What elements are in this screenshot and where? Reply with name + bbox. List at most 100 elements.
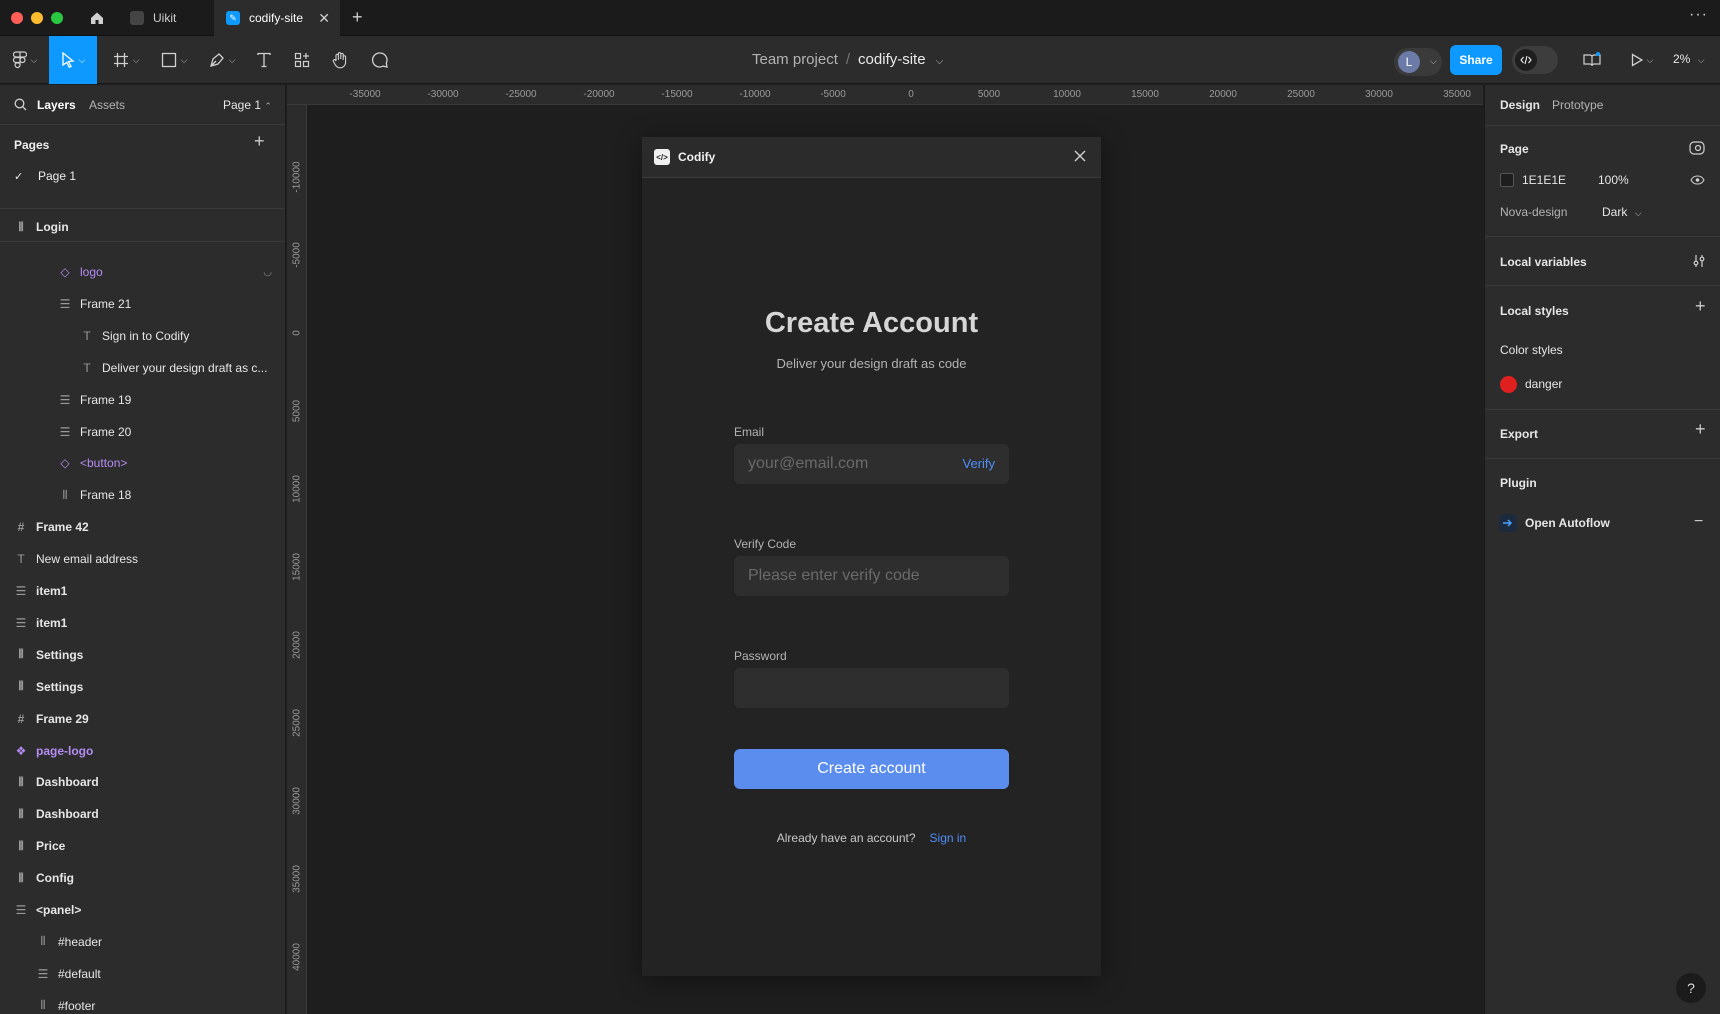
- layer-row[interactable]: ⦀ #header: [0, 926, 285, 958]
- layer-label: Frame 19: [80, 392, 132, 407]
- theme-variable-icon[interactable]: [1689, 141, 1705, 155]
- layer-row[interactable]: ⦀ Login: [0, 211, 285, 243]
- text-tool-button[interactable]: [252, 36, 276, 84]
- frame-icon: [113, 53, 128, 67]
- layer-row[interactable]: ☰ Frame 20: [0, 416, 285, 448]
- layer-row[interactable]: ⦀ Frame 18: [0, 479, 285, 511]
- layer-row[interactable]: ☰ #default: [0, 958, 285, 990]
- tab-label: codify-site: [249, 11, 304, 25]
- layer-row[interactable]: ☰ <panel>: [0, 894, 285, 926]
- add-page-icon[interactable]: +: [254, 131, 265, 152]
- minimize-window-button[interactable]: [31, 12, 43, 24]
- layer-row[interactable]: ⦀ Dashboard: [0, 766, 285, 798]
- layer-row[interactable]: ⦀ Settings: [0, 671, 285, 703]
- tab-design[interactable]: Design: [1500, 98, 1540, 112]
- local-variables-title[interactable]: Local variables: [1500, 255, 1587, 269]
- page-opacity-value[interactable]: 100%: [1598, 173, 1629, 187]
- share-button[interactable]: Share: [1450, 45, 1502, 75]
- create-account-button[interactable]: Create account: [734, 749, 1009, 789]
- chevron-down-icon: ⌵: [1634, 208, 1642, 218]
- remove-plugin-icon[interactable]: −: [1694, 513, 1703, 531]
- page-selector[interactable]: Page 1 ⌃: [223, 98, 272, 112]
- move-tool-button[interactable]: ⌵: [49, 36, 97, 84]
- tab-prototype[interactable]: Prototype: [1552, 98, 1603, 112]
- layer-row[interactable]: # Frame 29: [0, 703, 285, 735]
- maximize-window-button[interactable]: [51, 12, 63, 24]
- layer-row[interactable]: ⦀ Settings: [0, 639, 285, 671]
- layer-label: Sign in to Codify: [102, 328, 190, 343]
- verify-code-field[interactable]: Please enter verify code: [734, 556, 1009, 596]
- tab-assets[interactable]: Assets: [89, 98, 125, 112]
- main-menu-button[interactable]: ⌵: [10, 36, 40, 84]
- tab-codify-site[interactable]: ✎ codify-site ✕: [214, 0, 340, 36]
- hand-tool-button[interactable]: [328, 36, 352, 84]
- layer-row[interactable]: ☰ item1: [0, 575, 285, 607]
- layer-row[interactable]: ⦀ Config: [0, 862, 285, 894]
- export-title[interactable]: Export: [1500, 427, 1538, 441]
- layer-row[interactable]: ⦀ Dashboard: [0, 798, 285, 830]
- breadcrumb-separator: /: [845, 51, 851, 68]
- cursor-icon: [61, 52, 75, 68]
- layer-row[interactable]: ◇ logo ◡: [0, 256, 285, 288]
- close-tab-icon[interactable]: ✕: [318, 10, 330, 27]
- color-styles-label: Color styles: [1500, 343, 1563, 357]
- verify-link[interactable]: Verify: [962, 456, 995, 471]
- ruler-tick-label: -20000: [583, 89, 615, 100]
- eye-icon[interactable]: [1690, 175, 1705, 185]
- style-danger[interactable]: danger: [1525, 377, 1562, 391]
- resources-tool-button[interactable]: [290, 36, 314, 84]
- tab-uikit[interactable]: Uikit: [118, 0, 212, 36]
- theme-mode-select[interactable]: Dark ⌵: [1602, 205, 1642, 219]
- pen-icon: [209, 53, 224, 67]
- page-color-value[interactable]: 1E1E1E: [1522, 173, 1566, 187]
- adjust-icon[interactable]: [1692, 254, 1706, 268]
- home-icon[interactable]: [86, 8, 108, 28]
- sign-in-link[interactable]: Sign in: [930, 831, 967, 845]
- plugin-name[interactable]: Open Autoflow: [1525, 516, 1610, 530]
- add-export-icon[interactable]: +: [1695, 419, 1706, 440]
- layer-row[interactable]: ❖ page-logo: [0, 735, 285, 767]
- page-color-swatch[interactable]: [1500, 173, 1514, 187]
- verify-code-label: Verify Code: [734, 537, 797, 551]
- chevron-down-icon[interactable]: ⌵: [936, 56, 944, 67]
- project-name[interactable]: Team project: [752, 51, 838, 68]
- shape-tool-button[interactable]: ⌵: [156, 36, 192, 84]
- ruler-tick-label: 15000: [1131, 89, 1159, 100]
- layer-row[interactable]: ◇ <button>: [0, 447, 285, 479]
- ruler-tick-label: 0: [908, 89, 914, 100]
- layer-row[interactable]: ☰ item1: [0, 607, 285, 639]
- layer-row[interactable]: T New email address: [0, 543, 285, 575]
- email-field[interactable]: your@email.com Verify: [734, 444, 1009, 484]
- dev-mode-toggle[interactable]: [1512, 46, 1558, 74]
- present-button[interactable]: ⌵: [1624, 36, 1660, 84]
- layer-row[interactable]: T Sign in to Codify: [0, 320, 285, 352]
- file-name[interactable]: codify-site: [858, 51, 926, 68]
- create-account-frame[interactable]: </> Codify Create Account Deliver your d…: [642, 137, 1101, 976]
- book-icon: [1583, 52, 1601, 67]
- search-icon[interactable]: [14, 98, 27, 111]
- add-style-icon[interactable]: +: [1695, 296, 1706, 317]
- new-tab-icon[interactable]: +: [352, 7, 363, 28]
- tab-layers[interactable]: Layers: [37, 98, 76, 112]
- close-window-button[interactable]: [11, 12, 23, 24]
- layer-row[interactable]: ⦀ Price: [0, 830, 285, 862]
- layer-label: #header: [58, 934, 103, 949]
- library-button[interactable]: [1580, 36, 1604, 84]
- pen-tool-button[interactable]: ⌵: [204, 36, 240, 84]
- close-icon[interactable]: [1073, 149, 1087, 163]
- layer-row[interactable]: ⦀ #footer: [0, 990, 285, 1014]
- password-field[interactable]: [734, 668, 1009, 708]
- avatar[interactable]: L ⌵: [1394, 48, 1442, 76]
- hidden-eye-icon[interactable]: ◡: [263, 267, 272, 278]
- help-button[interactable]: ?: [1676, 973, 1706, 1003]
- more-icon[interactable]: ···: [1689, 6, 1708, 24]
- comment-tool-button[interactable]: [368, 36, 392, 84]
- frame-tool-button[interactable]: ⌵: [108, 36, 144, 84]
- layer-row[interactable]: # Frame 42: [0, 511, 285, 543]
- layer-row[interactable]: ☰ Frame 19: [0, 384, 285, 416]
- page-item[interactable]: ✓ Page 1: [14, 169, 76, 183]
- zoom-level[interactable]: 2% ⌵: [1673, 52, 1705, 66]
- layer-row[interactable]: T Deliver your design draft as c...: [0, 352, 285, 384]
- check-icon: ✓: [14, 171, 24, 183]
- layer-row[interactable]: ☰ Frame 21: [0, 288, 285, 320]
